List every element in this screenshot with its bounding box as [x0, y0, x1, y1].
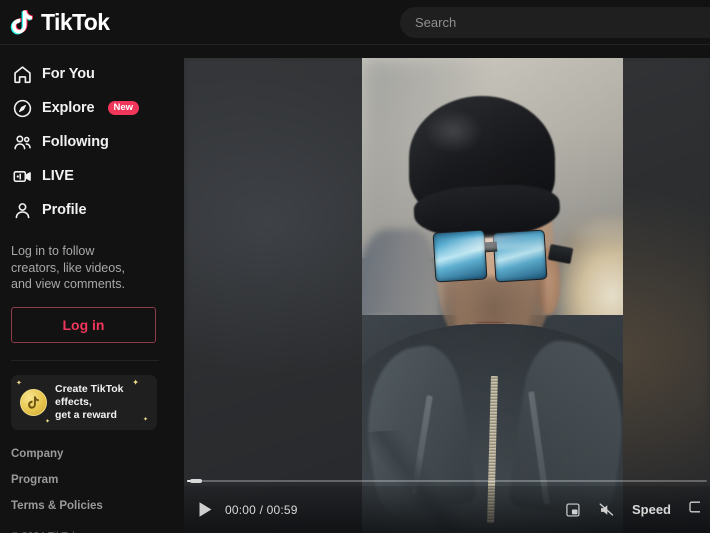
tiktok-logo[interactable]: TikTok — [10, 8, 110, 36]
sparkle-icon: ✦ — [45, 418, 51, 425]
live-video-icon — [11, 165, 33, 187]
time-display: 00:00 / 00:59 — [225, 502, 298, 517]
progress-track[interactable] — [187, 479, 707, 483]
person-icon — [11, 199, 33, 221]
controls-right-group: Speed — [565, 499, 700, 520]
volume-muted-icon[interactable] — [598, 502, 615, 518]
compass-icon — [11, 97, 33, 119]
controls-left-group: 00:00 / 00:59 — [198, 501, 298, 518]
video-controls-bar: 00:00 / 00:59 Speed — [184, 486, 710, 533]
tiktok-wordmark: TikTok — [41, 8, 110, 35]
sidebar-item-label: Explore — [42, 100, 95, 116]
sidebar-item-label: Following — [42, 134, 109, 150]
search-bar[interactable] — [400, 7, 710, 38]
video-progress-bar[interactable] — [184, 476, 710, 486]
progress-handle[interactable] — [190, 479, 203, 483]
video-stage[interactable]: 00:00 / 00:59 Speed — [184, 58, 710, 533]
sparkle-icon: ✦ — [16, 379, 22, 387]
sidebar-item-explore[interactable]: Explore New — [0, 91, 184, 125]
sidebar-item-label: Profile — [42, 202, 87, 218]
top-header: TikTok — [0, 0, 710, 45]
left-sidebar: For You Explore New Following LIVE Profi… — [0, 45, 184, 533]
sidebar-item-profile[interactable]: Profile — [0, 193, 184, 227]
sparkle-icon: ✦ — [142, 416, 148, 423]
tiktok-note-icon — [10, 8, 36, 36]
picture-in-picture-icon[interactable] — [565, 502, 581, 518]
footer-link-company[interactable]: Company — [11, 448, 173, 460]
footer-link-program[interactable]: Program — [11, 474, 173, 486]
home-icon — [11, 63, 33, 85]
promo-text: Create TikTok effects, get a reward — [55, 383, 149, 422]
log-in-button[interactable]: Log in — [11, 306, 156, 343]
tiktok-coin-icon — [20, 388, 47, 416]
sidebar-item-for-you[interactable]: For You — [0, 57, 184, 91]
speed-button[interactable]: Speed — [632, 502, 671, 517]
sidebar-item-label: For You — [42, 66, 95, 82]
sidebar-footer: Company Program Terms & Policies © 2024 … — [0, 430, 184, 533]
create-effects-promo[interactable]: ✦ ✦ ✦ ✦ Create TikTok effects, get a rew… — [11, 374, 157, 430]
promo-line-2: get a reward — [55, 408, 117, 421]
sparkle-icon: ✦ — [132, 377, 139, 387]
overflow-control-partial[interactable] — [688, 499, 700, 520]
sidebar-item-label: LIVE — [42, 168, 74, 184]
footer-link-terms-policies[interactable]: Terms & Policies — [11, 500, 173, 512]
login-prompt-text: Log in to follow creators, like videos, … — [11, 244, 125, 291]
new-badge: New — [107, 101, 140, 115]
people-icon — [11, 131, 33, 153]
search-input[interactable] — [400, 15, 710, 30]
sidebar-divider — [11, 359, 159, 361]
copyright-text: © 2024 TikTok — [11, 530, 78, 533]
tiktok-app: TikTok For You Explore New — [0, 0, 710, 533]
video-player[interactable] — [362, 58, 623, 533]
play-icon[interactable] — [198, 501, 213, 518]
cap-highlight — [424, 110, 483, 153]
sidebar-item-live[interactable]: LIVE — [0, 159, 184, 193]
promo-line-1: Create TikTok effects, — [55, 382, 124, 408]
sidebar-item-following[interactable]: Following — [0, 125, 184, 159]
